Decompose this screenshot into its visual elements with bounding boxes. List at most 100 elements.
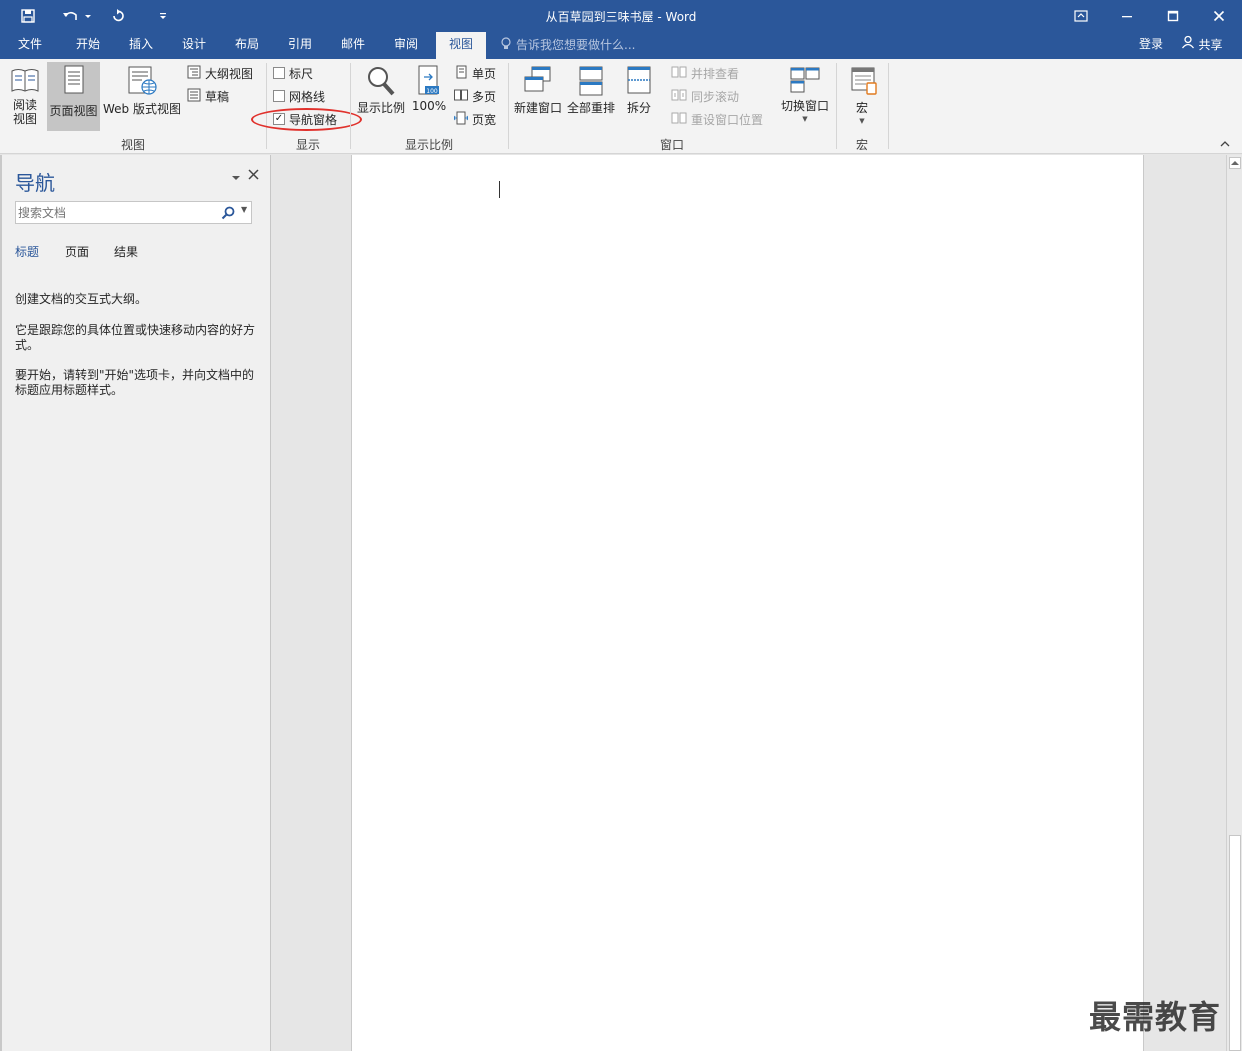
split-label: 拆分 [626,101,651,115]
group-separator [888,63,889,149]
search-document-box[interactable]: ▼ [15,201,252,224]
view-side-by-side-button[interactable]: 并排查看 [671,64,739,82]
ribbon-tabs: 文件 开始 插入 设计 布局 引用 邮件 审阅 视图 告诉我您想要做什么... … [0,32,1242,59]
arrange-all-label: 全部重排 [566,101,615,115]
tab-layout[interactable]: 布局 [225,32,269,59]
tab-references[interactable]: 引用 [278,32,322,59]
search-options-arrow-icon[interactable]: ▼ [241,205,247,214]
reset-window-position-button[interactable]: 重设窗口位置 [671,110,763,128]
search-document-input[interactable] [18,204,214,221]
new-window-label: 新建窗口 [513,101,562,115]
zoom-100-button[interactable]: 100 100% [409,63,449,131]
minimize-icon[interactable] [1112,0,1142,32]
gridlines-checkbox[interactable]: 网格线 [273,87,325,105]
ribbon: 阅读 视图 页面视图 Web 版式视图 大纲视图 草稿 视图 标尺 网格线 ✓ … [0,59,1242,154]
ribbon-display-options-icon[interactable] [1066,0,1096,32]
show-group-label: 显示 [295,138,320,152]
tab-insert[interactable]: 插入 [119,32,163,59]
switch-windows-icon [789,65,821,95]
maximize-icon[interactable] [1158,0,1188,32]
reset-position-label: 重设窗口位置 [691,112,764,127]
switch-windows-button[interactable]: 切换窗口 ▼ [778,63,832,131]
draft-label: 草稿 [205,89,230,104]
print-layout-button[interactable]: 页面视图 [47,62,100,131]
dropdown-arrow-icon: ▼ [859,117,865,125]
zoom-100-label: 100% [411,99,447,113]
vertical-scrollbar[interactable] [1226,155,1242,1051]
arrange-all-icon [577,65,605,97]
zoom-button[interactable]: 显示比例 [354,63,408,131]
document-page[interactable] [351,155,1144,1051]
page-width-icon [453,111,469,128]
multiple-pages-button[interactable]: 多页 [454,87,496,105]
arrange-all-button[interactable]: 全部重排 [565,63,617,131]
macros-label: 宏 [855,101,868,115]
nav-tab-pages[interactable]: 页面 [65,243,89,260]
nav-pane-title: 导航 [15,171,55,195]
macros-group-label: 宏 [855,138,868,152]
tab-mailings[interactable]: 邮件 [331,32,375,59]
nav-tab-results[interactable]: 结果 [114,243,138,260]
macros-button[interactable]: 宏 ▼ [840,63,884,131]
tab-file[interactable]: 文件 [8,32,52,59]
one-page-icon [454,65,468,82]
read-mode-button[interactable]: 阅读 视图 [4,63,46,131]
outline-label: 大纲视图 [205,66,254,81]
web-layout-icon [126,65,158,97]
watermark-logo: 最需教育 [1089,998,1222,1036]
web-layout-button[interactable]: Web 版式视图 [101,63,183,131]
sync-scroll-label: 同步滚动 [691,89,740,104]
document-canvas [271,155,1226,1051]
one-page-button[interactable]: 单页 [454,64,496,82]
zoom-label: 显示比例 [356,101,405,115]
print-layout-label: 页面视图 [49,104,98,118]
magnifier-icon [366,65,396,97]
draft-button[interactable]: 草稿 [187,87,229,105]
page-width-button[interactable]: 页宽 [453,110,497,128]
sign-in-link[interactable]: 登录 [1132,32,1170,59]
split-button[interactable]: 拆分 [618,63,660,131]
page-width-label: 页宽 [472,112,497,127]
macros-icon [846,65,878,97]
nav-hint-2: 它是跟踪您的具体位置或快速移动内容的好方式。 [15,323,256,352]
lightbulb-icon [500,33,512,59]
share-label: 共享 [1198,38,1223,52]
multiple-pages-icon [454,88,468,105]
draft-icon [187,88,201,105]
ruler-checkbox-box [273,67,285,79]
close-pane-icon[interactable] [248,169,259,183]
new-window-button[interactable]: 新建窗口 [512,63,564,131]
dropdown-arrow-icon: ▼ [802,115,808,123]
pane-options-icon[interactable] [231,171,241,185]
one-page-label: 单页 [472,66,497,81]
tab-view[interactable]: 视图 [436,32,486,59]
scroll-up-icon[interactable] [1229,157,1241,169]
sync-scroll-button[interactable]: 同步滚动 [671,87,739,105]
ruler-label: 标尺 [289,66,314,81]
tab-review[interactable]: 审阅 [384,32,428,59]
title-bar: 从百草园到三味书屋 - Word [0,0,1242,32]
window-title: 从百草园到三味书屋 - Word [545,10,697,24]
tab-design[interactable]: 设计 [172,32,216,59]
tell-me-box[interactable]: 告诉我您想要做什么... [500,32,635,59]
tell-me-text: 告诉我您想要做什么... [516,38,636,52]
nav-hint-1: 创建文档的交互式大纲。 [15,292,148,306]
close-icon[interactable] [1204,0,1234,32]
collapse-ribbon-icon[interactable] [1220,137,1230,151]
text-cursor [499,181,500,198]
gridlines-label: 网格线 [289,89,326,104]
gridlines-checkbox-box [273,90,285,102]
nav-tab-headings[interactable]: 标题 [15,243,39,260]
outline-icon [187,65,201,82]
switch-windows-label: 切换窗口 [780,99,829,113]
side-by-side-label: 并排查看 [691,66,740,81]
nav-hint-3: 要开始，请转到"开始"选项卡，并向文档中的标题应用标题样式。 [15,368,255,397]
outline-button[interactable]: 大纲视图 [187,64,253,82]
tab-home[interactable]: 开始 [66,32,110,59]
ruler-checkbox[interactable]: 标尺 [273,64,313,82]
reset-position-icon [671,111,687,128]
share-button[interactable]: 共享 [1176,32,1228,59]
search-icon[interactable] [221,206,235,223]
scrollbar-thumb[interactable] [1229,835,1241,1051]
person-icon [1181,33,1195,58]
